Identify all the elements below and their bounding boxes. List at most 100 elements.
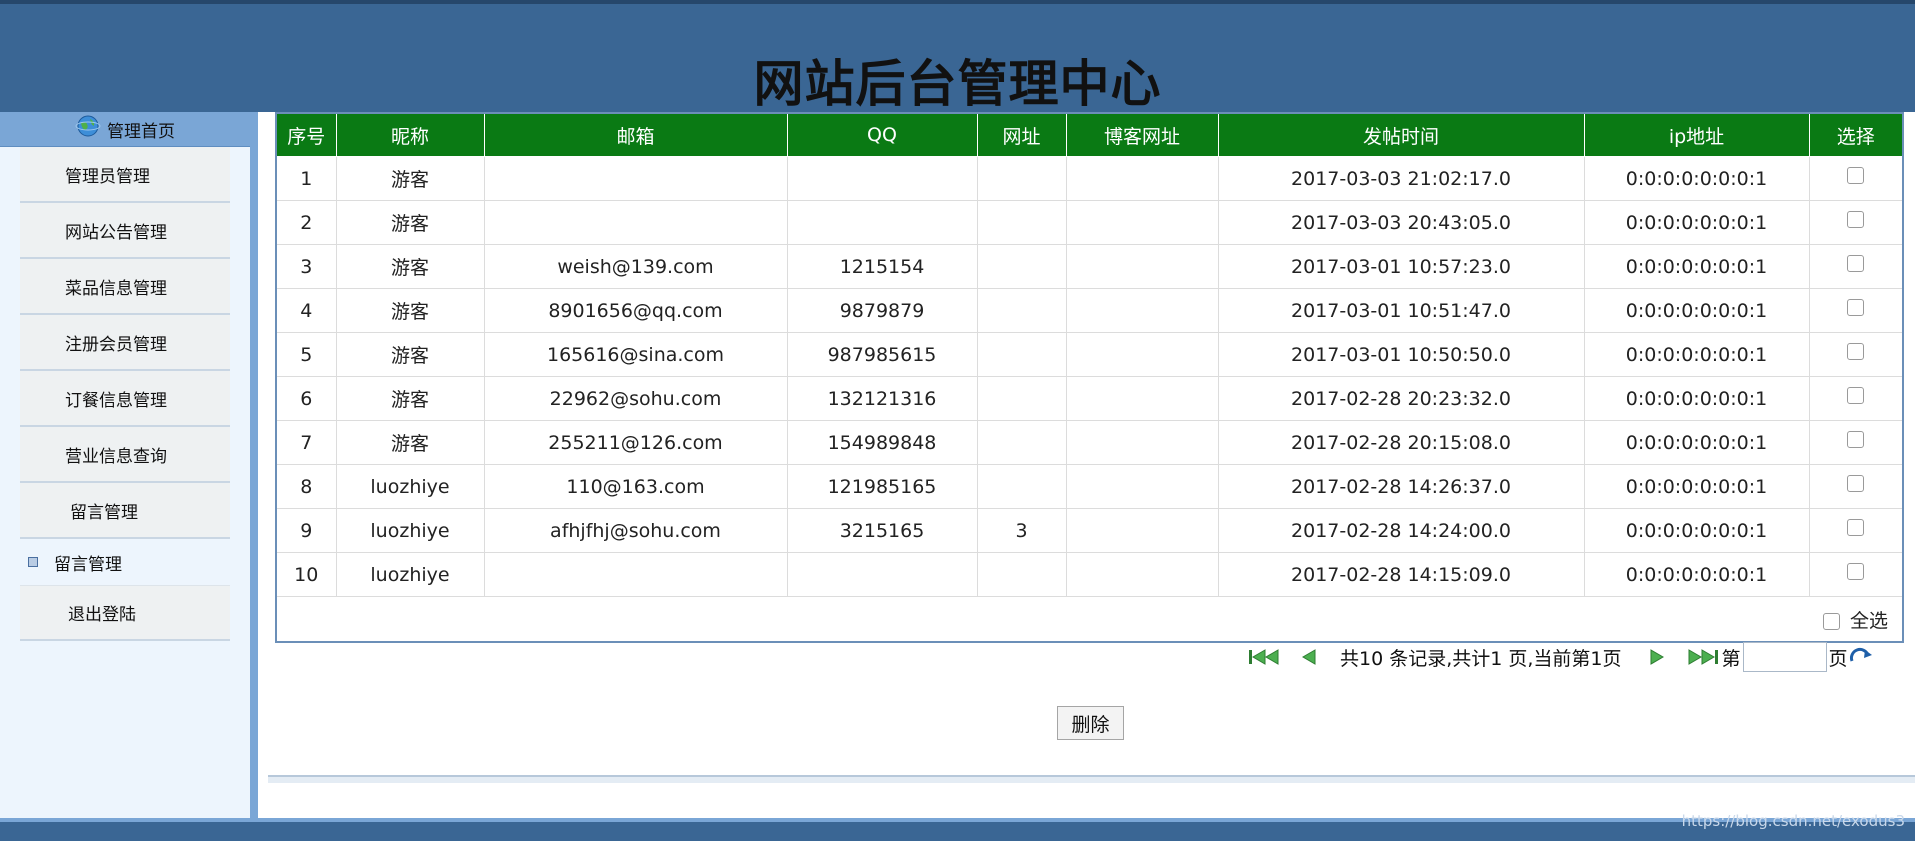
column-header: QQ [786, 112, 978, 157]
table-row: 3 游客 weish@139.com 1215154 2017-03-01 10:57:… [275, 244, 1904, 289]
column-header: 邮箱 [483, 112, 788, 157]
row-checkbox[interactable] [1847, 518, 1865, 536]
column-header: 选择 [1808, 112, 1904, 157]
table-cell: 7 [275, 420, 337, 465]
row-checkbox[interactable] [1847, 166, 1865, 184]
column-header: 网址 [976, 112, 1067, 157]
logout-button[interactable]: 退出登陆 [20, 585, 230, 641]
sidebar-item-members[interactable]: 注册会员管理 [20, 315, 230, 371]
sidebar-item-label: 营业信息查询 [65, 446, 167, 467]
table-cell: 2017-02-28 20:15:08.0 [1217, 420, 1585, 465]
table-cell: 9 [275, 508, 337, 553]
go-refresh-icon[interactable] [1848, 647, 1874, 667]
table-cell [483, 200, 788, 245]
table-cell [786, 552, 978, 597]
table-cell [976, 332, 1067, 377]
table-cell: 1215154 [786, 244, 978, 289]
sidebar-item-admin[interactable]: 管理员管理 [20, 147, 230, 203]
table-row: 8 luozhiye 110@163.com 121985165 2017-02-28 … [275, 464, 1904, 509]
table-cell: 110@163.com [483, 464, 788, 509]
table-cell: 2017-03-01 10:50:50.0 [1217, 332, 1585, 377]
goto-prefix: 第 [1721, 647, 1741, 670]
table-cell: 0:0:0:0:0:0:0:1 [1583, 332, 1810, 377]
messages-table: 序号 昵称 邮箱 QQ 网址 博客网址 发帖时间 ip地址 选择 1 游客 2017-03-03 2… [275, 112, 1904, 643]
sidebar-item-orders[interactable]: 订餐信息管理 [20, 371, 230, 427]
row-checkbox[interactable] [1847, 386, 1865, 404]
table-cell: afhjfhj@sohu.com [483, 508, 788, 553]
logout-label: 退出登陆 [68, 605, 136, 625]
row-checkbox[interactable] [1847, 474, 1865, 492]
table-cell: 3 [976, 508, 1067, 553]
table-cell [976, 244, 1067, 289]
sidebar-subitem-messages[interactable]: 留言管理 [0, 539, 250, 585]
table-cell: 22962@sohu.com [483, 376, 788, 421]
sidebar-home[interactable]: 管理首页 [0, 112, 250, 147]
prev-page-icon[interactable] [1300, 648, 1318, 666]
table-cell [1065, 332, 1219, 377]
table-cell: 游客 [335, 244, 485, 289]
first-page-icon[interactable] [1248, 648, 1282, 666]
table-cell [976, 288, 1067, 333]
table-cell: 2017-03-01 10:51:47.0 [1217, 288, 1585, 333]
table-cell: luozhiye [335, 552, 485, 597]
row-checkbox[interactable] [1847, 254, 1865, 272]
table-cell [1065, 288, 1219, 333]
table-cell [1065, 244, 1219, 289]
next-page-icon[interactable] [1648, 648, 1666, 666]
table-cell [976, 464, 1067, 509]
pagination: 共10 条记录,共计1 页,当前第1页 第 页 [1248, 640, 1874, 674]
table-cell: 8 [275, 464, 337, 509]
table-cell: 3215165 [786, 508, 978, 553]
table-cell: 255211@126.com [483, 420, 788, 465]
delete-button[interactable]: 删除 [1057, 706, 1124, 740]
table-cell [1065, 464, 1219, 509]
table-cell [1065, 508, 1219, 553]
table-cell: 0:0:0:0:0:0:0:1 [1583, 288, 1810, 333]
table-cell: 2017-02-28 14:15:09.0 [1217, 552, 1585, 597]
sidebar-item-notice[interactable]: 网站公告管理 [20, 203, 230, 259]
table-cell: 0:0:0:0:0:0:0:1 [1583, 508, 1810, 553]
table-row: 4 游客 8901656@qq.com 9879879 2017-03-01 10:51… [275, 288, 1904, 333]
table-cell: 154989848 [786, 420, 978, 465]
table-row: 5 游客 165616@sina.com 987985615 2017-03-01 10… [275, 332, 1904, 377]
table-cell: 2017-02-28 14:26:37.0 [1217, 464, 1585, 509]
row-checkbox[interactable] [1847, 562, 1865, 580]
column-header: ip地址 [1583, 112, 1810, 157]
table-cell: 0:0:0:0:0:0:0:1 [1583, 244, 1810, 289]
row-checkbox[interactable] [1847, 430, 1865, 448]
row-checkbox[interactable] [1847, 210, 1865, 228]
row-checkbox[interactable] [1847, 298, 1865, 316]
table-cell: 0:0:0:0:0:0:0:1 [1583, 552, 1810, 597]
sidebar-item-business[interactable]: 营业信息查询 [20, 427, 230, 483]
table-cell: 2017-03-03 21:02:17.0 [1217, 156, 1585, 201]
table-cell: 987985615 [786, 332, 978, 377]
table-cell [1065, 552, 1219, 597]
page-number-input[interactable] [1742, 642, 1827, 672]
table-row: 2 游客 2017-03-03 20:43:05.0 0:0:0:0:0:0:0:1 [275, 200, 1904, 245]
table-cell: 2017-02-28 14:24:00.0 [1217, 508, 1585, 553]
table-cell: 0:0:0:0:0:0:0:1 [1583, 156, 1810, 201]
select-cell [1808, 420, 1904, 465]
last-page-icon[interactable] [1686, 648, 1720, 666]
table-cell: 3 [275, 244, 337, 289]
table-cell [976, 200, 1067, 245]
table-row: 7 游客 255211@126.com 154989848 2017-02-28 20:… [275, 420, 1904, 465]
table-cell: 10 [275, 552, 337, 597]
column-header: 博客网址 [1065, 112, 1219, 157]
sidebar-item-dishes[interactable]: 菜品信息管理 [20, 259, 230, 315]
sidebar-item-label: 留言管理 [70, 502, 138, 523]
table-cell [976, 376, 1067, 421]
table-cell: 0:0:0:0:0:0:0:1 [1583, 464, 1810, 509]
table-cell: 121985165 [786, 464, 978, 509]
pagination-summary: 共10 条记录,共计1 页,当前第1页 [1340, 647, 1622, 670]
table-cell [976, 420, 1067, 465]
select-cell [1808, 464, 1904, 509]
table-cell: 游客 [335, 332, 485, 377]
select-all-checkbox[interactable] [1822, 612, 1840, 630]
page-title: 网站后台管理中心 [753, 55, 1162, 113]
sidebar-item-label: 管理员管理 [65, 166, 150, 187]
sidebar-item-messages[interactable]: 留言管理 [20, 483, 230, 539]
row-checkbox[interactable] [1847, 342, 1865, 360]
table-cell: 0:0:0:0:0:0:0:1 [1583, 420, 1810, 465]
table-cell: 游客 [335, 156, 485, 201]
